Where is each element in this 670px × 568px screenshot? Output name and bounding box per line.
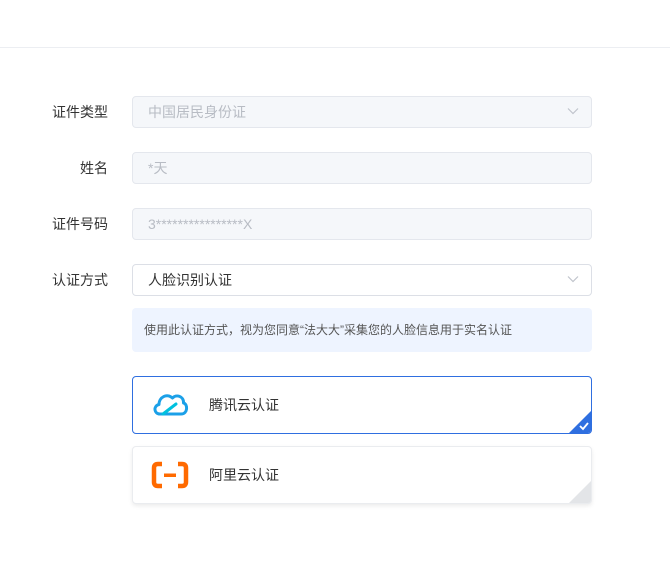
header-divider [0,47,670,48]
auth-method-row: 认证方式 人脸识别认证 [0,264,670,296]
chevron-down-icon [567,108,579,115]
id-number-label: 证件号码 [52,216,108,232]
aliyun-icon [151,461,189,489]
name-row: 姓名 *天 [0,152,670,184]
auth-method-label: 认证方式 [52,272,108,288]
name-field[interactable]: *天 [132,152,592,184]
id-number-row: 证件号码 3****************X [0,208,670,240]
id-type-value: 中国居民身份证 [148,104,246,120]
auth-method-value: 人脸识别认证 [148,272,232,288]
name-label: 姓名 [80,160,108,176]
name-value: *天 [148,160,168,176]
id-number-field[interactable]: 3****************X [132,208,592,240]
option-tencent-cloud[interactable]: 腾讯云认证 [132,376,592,434]
auth-method-select[interactable]: 人脸识别认证 [132,264,592,296]
option-tencent-label: 腾讯云认证 [209,397,279,413]
chevron-down-icon [567,276,579,283]
id-type-select[interactable]: 中国居民身份证 [132,96,592,128]
unchecked-corner-icon [569,481,591,503]
id-type-row: 证件类型 中国居民身份证 [0,96,670,128]
checkmark-icon [569,411,591,433]
consent-notice: 使用此认证方式，视为您同意“法大大”采集您的人脸信息用于实名认证 [132,308,592,352]
id-type-label: 证件类型 [52,104,108,120]
option-aliyun-label: 阿里云认证 [209,467,279,483]
id-number-value: 3****************X [148,216,253,232]
option-aliyun[interactable]: 阿里云认证 [132,446,592,504]
tencent-cloud-icon [153,394,189,416]
